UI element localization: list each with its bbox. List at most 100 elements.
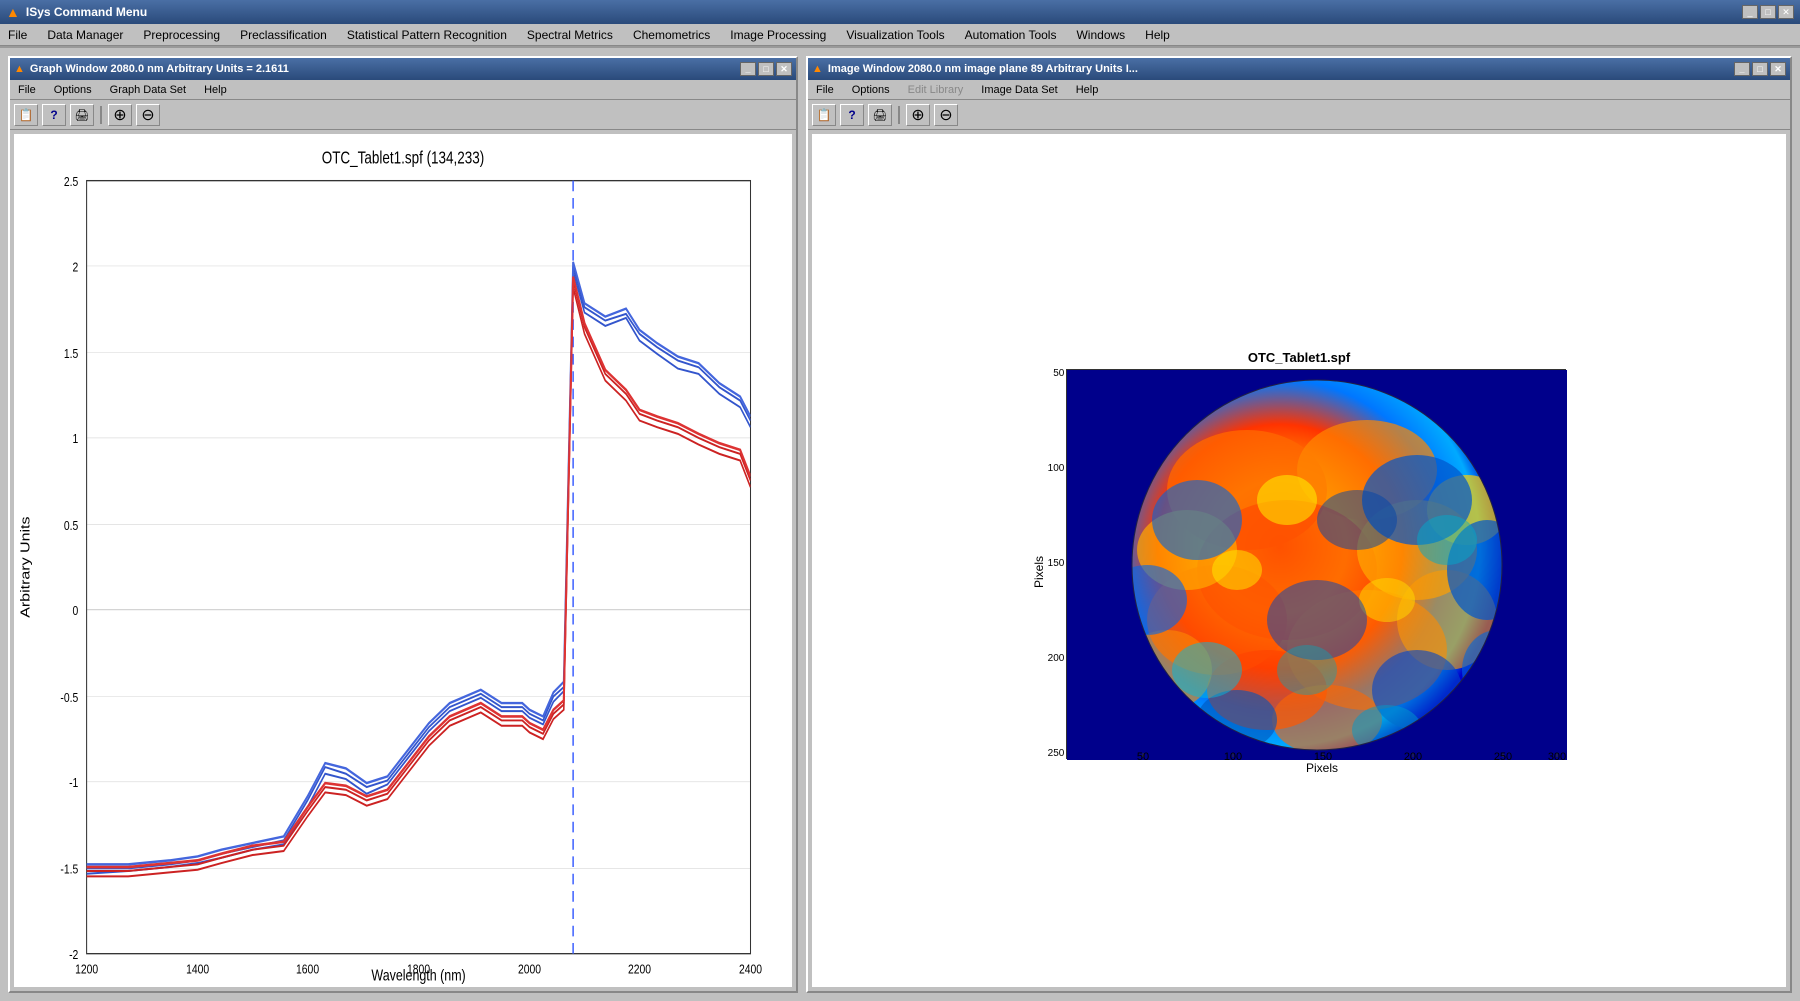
svg-text:300: 300 — [1548, 751, 1566, 760]
toolbar-separator — [100, 106, 102, 124]
image-window-title-bar: ▲ Image Window 2080.0 nm image plane 89 … — [808, 58, 1790, 80]
image-menu-dataset[interactable]: Image Data Set — [977, 83, 1061, 97]
graph-toolbar: 📋 ? 🖨 ⊕ ⊖ — [10, 100, 796, 130]
image-y-axis-label: Pixels — [1032, 556, 1046, 588]
image-toolbar: 📋 ? 🖨 ⊕ ⊖ — [808, 100, 1790, 130]
image-chart-title: OTC_Tablet1.spf — [1248, 350, 1350, 365]
y-axis-label: Arbitrary Units — [19, 517, 33, 618]
image-menu-file[interactable]: File — [812, 83, 838, 97]
svg-text:50: 50 — [1137, 751, 1149, 760]
graph-minimize-button[interactable]: _ — [740, 62, 756, 76]
graph-menu-bar: File Options Graph Data Set Help — [10, 80, 796, 100]
image-toolbar-separator — [898, 106, 900, 124]
svg-text:150: 150 — [1314, 751, 1332, 760]
main-menu-bar: File Data Manager Preprocessing Preclass… — [0, 24, 1800, 46]
chart-title: OTC_Tablet1.spf (134,233) — [322, 149, 485, 168]
image-zoom-in-button[interactable]: ⊕ — [906, 104, 930, 126]
menu-image-processing[interactable]: Image Processing — [726, 27, 830, 43]
image-x-axis-label: Pixels — [1078, 761, 1567, 775]
image-zoom-out-button[interactable]: ⊖ — [934, 104, 958, 126]
svg-text:2200: 2200 — [628, 961, 651, 977]
graph-menu-dataset[interactable]: Graph Data Set — [106, 83, 190, 97]
svg-text:0.5: 0.5 — [64, 518, 79, 534]
image-maximize-button[interactable]: □ — [1752, 62, 1768, 76]
app-title: ISys Command Menu — [26, 5, 147, 19]
svg-text:1.5: 1.5 — [64, 346, 79, 362]
graph-help-button[interactable]: ? — [42, 104, 66, 126]
menu-automation-tools[interactable]: Automation Tools — [961, 27, 1061, 43]
svg-text:-0.5: -0.5 — [60, 690, 78, 706]
svg-text:1: 1 — [73, 431, 79, 447]
minimize-button[interactable]: _ — [1742, 5, 1758, 19]
graph-menu-options[interactable]: Options — [50, 83, 96, 97]
y-tick-200: 200 — [1048, 654, 1065, 664]
image-plot-area[interactable]: OTC_Tablet1.spf Pixels 50 100 150 — [812, 134, 1786, 987]
graph-window-title-bar: ▲ Graph Window 2080.0 nm Arbitrary Units… — [10, 58, 796, 80]
svg-text:0: 0 — [73, 603, 79, 619]
menu-data-manager[interactable]: Data Manager — [43, 27, 127, 43]
menu-visualization-tools[interactable]: Visualization Tools — [842, 27, 948, 43]
menu-preclassification[interactable]: Preclassification — [236, 27, 331, 43]
graph-win-controls[interactable]: _ □ ✕ — [740, 62, 792, 76]
graph-maximize-button[interactable]: □ — [758, 62, 774, 76]
image-win-controls[interactable]: _ □ ✕ — [1734, 62, 1786, 76]
graph-print-button[interactable]: 🖨 — [70, 104, 94, 126]
y-tick-150: 150 — [1048, 559, 1065, 569]
graph-menu-help[interactable]: Help — [200, 83, 231, 97]
image-minimize-button[interactable]: _ — [1734, 62, 1750, 76]
graph-window: ▲ Graph Window 2080.0 nm Arbitrary Units… — [8, 56, 798, 993]
graph-plot-area[interactable]: OTC_Tablet1.spf (134,233) Arbitrary Unit… — [14, 134, 792, 987]
y-tick-50: 50 — [1048, 369, 1065, 379]
graph-window-title: Graph Window 2080.0 nm Arbitrary Units =… — [30, 63, 289, 75]
colormap-image: 50 100 150 200 250 — [1066, 369, 1566, 759]
graph-zoom-out-button[interactable]: ⊖ — [136, 104, 160, 126]
colormap-svg: 50 100 150 200 250 — [1067, 370, 1567, 760]
image-close-button[interactable]: ✕ — [1770, 62, 1786, 76]
graph-close-button[interactable]: ✕ — [776, 62, 792, 76]
graph-copy-button[interactable]: 📋 — [14, 104, 38, 126]
svg-text:100: 100 — [1224, 751, 1242, 760]
menu-windows[interactable]: Windows — [1072, 27, 1129, 43]
spectrum-chart: OTC_Tablet1.spf (134,233) Arbitrary Unit… — [14, 134, 792, 987]
app-icon: ▲ — [6, 4, 20, 20]
image-menu-bar: File Options Edit Library Image Data Set… — [808, 80, 1790, 100]
maximize-button[interactable]: □ — [1760, 5, 1776, 19]
image-print-button[interactable]: 🖨 — [868, 104, 892, 126]
graph-zoom-in-button[interactable]: ⊕ — [108, 104, 132, 126]
app-win-controls[interactable]: _ □ ✕ — [1742, 5, 1794, 19]
image-help-button[interactable]: ? — [840, 104, 864, 126]
app-title-bar: ▲ ISys Command Menu _ □ ✕ — [0, 0, 1800, 24]
image-window-title: Image Window 2080.0 nm image plane 89 Ar… — [828, 63, 1138, 75]
main-area: ▲ Graph Window 2080.0 nm Arbitrary Units… — [0, 48, 1800, 1001]
image-menu-help[interactable]: Help — [1072, 83, 1103, 97]
svg-text:-1.5: -1.5 — [60, 861, 78, 877]
menu-help[interactable]: Help — [1141, 27, 1174, 43]
graph-window-icon: ▲ — [14, 63, 25, 75]
svg-text:-2: -2 — [69, 947, 79, 963]
image-menu-options[interactable]: Options — [848, 83, 894, 97]
y-tick-100: 100 — [1048, 464, 1065, 474]
svg-text:1600: 1600 — [296, 961, 319, 977]
image-window-icon: ▲ — [812, 63, 823, 75]
svg-text:2400: 2400 — [739, 961, 762, 977]
menu-preprocessing[interactable]: Preprocessing — [139, 27, 224, 43]
menu-file[interactable]: File — [4, 27, 31, 43]
svg-text:2: 2 — [73, 259, 79, 275]
image-window: ▲ Image Window 2080.0 nm image plane 89 … — [806, 56, 1792, 993]
svg-text:1400: 1400 — [186, 961, 209, 977]
svg-text:200: 200 — [1404, 751, 1422, 760]
svg-text:2000: 2000 — [518, 961, 541, 977]
y-tick-250: 250 — [1048, 749, 1065, 759]
menu-statistical-pattern[interactable]: Statistical Pattern Recognition — [343, 27, 511, 43]
svg-text:2.5: 2.5 — [64, 174, 79, 190]
svg-text:1200: 1200 — [75, 961, 98, 977]
image-menu-edit-library[interactable]: Edit Library — [904, 83, 968, 97]
close-button[interactable]: ✕ — [1778, 5, 1794, 19]
svg-text:1800: 1800 — [407, 961, 430, 977]
svg-text:-1: -1 — [69, 775, 79, 791]
image-copy-button[interactable]: 📋 — [812, 104, 836, 126]
menu-spectral-metrics[interactable]: Spectral Metrics — [523, 27, 617, 43]
graph-menu-file[interactable]: File — [14, 83, 40, 97]
menu-chemometrics[interactable]: Chemometrics — [629, 27, 714, 43]
svg-text:250: 250 — [1494, 751, 1512, 760]
